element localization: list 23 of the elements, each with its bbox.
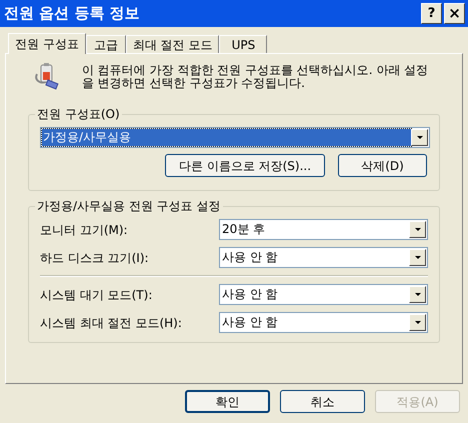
help-button[interactable]: ? (421, 3, 442, 24)
close-button[interactable]: × (444, 3, 465, 24)
setting-label: 시스템 최대 절전 모드(H): (40, 314, 182, 332)
button[interactable]: 확인 (185, 390, 270, 413)
button[interactable]: 취소 (280, 390, 365, 413)
window-title: 전원 옵션 등록 정보 (4, 3, 141, 24)
tab[interactable]: 최대 절전 모드 (126, 35, 220, 53)
setting-label: 시스템 대기 모드(T): (40, 286, 152, 304)
group-label: 가정용/사무실용 전원 구성표 설정 (35, 199, 222, 213)
dropdown[interactable]: 20분 후 (219, 219, 428, 240)
tab[interactable]: UPS (219, 35, 268, 53)
dropdown[interactable]: 사용 안 함 (219, 247, 428, 268)
dropdown[interactable]: 가정용/사무실용 (40, 127, 430, 148)
button[interactable]: 다른 이름으로 저장(S)... (165, 154, 325, 177)
dropdown[interactable]: 사용 안 함 (219, 284, 428, 305)
button[interactable]: 삭제(D) (338, 154, 427, 177)
tab[interactable]: 전원 구성표 (8, 33, 86, 54)
setting-label: 하드 디스크 끄기(I): (40, 250, 149, 266)
setting-label: 모니터 끄기(M): (40, 222, 128, 238)
tab[interactable]: 고급 (86, 35, 126, 53)
dropdown[interactable]: 사용 안 함 (219, 312, 428, 333)
description-text: 이 컴퓨터에 가장 적합한 전원 구성표를 선택하십시오. 아래 설정을 변경하면 선택한 구성표가 수정됩니다. (82, 64, 430, 90)
group-label: 전원 구성표(O) (35, 107, 122, 121)
